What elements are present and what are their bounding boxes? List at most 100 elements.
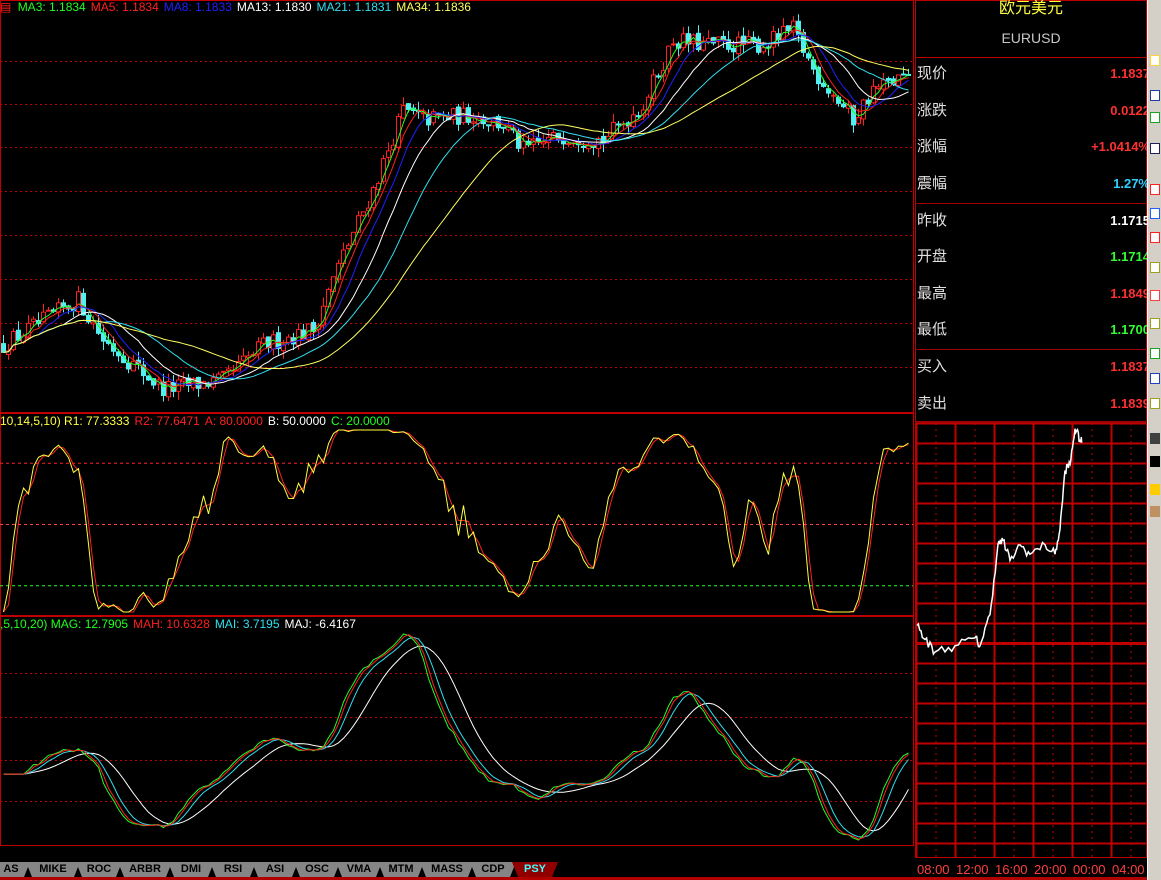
quote-value: 1.1714	[1110, 249, 1150, 264]
report-icon[interactable]	[1150, 112, 1160, 123]
tab-rsi[interactable]: RSI	[210, 862, 256, 877]
r1-line	[3, 429, 909, 613]
tab-arbr[interactable]: ARBR	[118, 862, 172, 877]
candle-up	[831, 94, 836, 97]
legend-item: C: 20.0000	[330, 414, 390, 428]
tab-roc[interactable]: ROC	[76, 862, 122, 877]
main-price-chart[interactable]	[0, 0, 914, 413]
tab-vma[interactable]: VMA	[336, 862, 382, 877]
candle-down	[486, 124, 491, 127]
quote-label: 最低	[917, 321, 948, 338]
instrument-symbol: EURUSD	[1001, 30, 1061, 46]
chart-doc-icon[interactable]	[1150, 290, 1160, 301]
tab-mtm[interactable]: MTM	[378, 862, 424, 877]
candle-up	[761, 47, 766, 53]
quote-panel: 欧元美元 EURUSD 现价 1.1837 涨跌 0.0122 涨幅 +1.0414% 震幅…	[915, 0, 1150, 858]
tab-mike[interactable]: MIKE	[26, 862, 80, 877]
psy-legend: 10,14,5,10) R1: 77.3333 R2: 77.6471 A: 80.…	[0, 414, 395, 428]
doc-icon[interactable]	[1150, 262, 1160, 273]
intraday-chart[interactable]	[915, 423, 1147, 858]
tab-as[interactable]: AS	[0, 862, 30, 877]
candle-down	[561, 140, 566, 145]
legend-item: MA34: 1.1836	[396, 0, 471, 14]
quote-label: 开盘	[917, 248, 948, 265]
legend-item: MA13: 1.1830	[236, 0, 312, 14]
candle-down	[81, 292, 86, 316]
pencil-icon[interactable]	[1150, 55, 1160, 66]
menu-icon[interactable]: ▤	[0, 0, 11, 14]
quote-value: 1.1715	[1110, 213, 1150, 228]
candle-up	[356, 215, 361, 233]
calculator-icon[interactable]	[1150, 208, 1160, 219]
legend-item: MA3: 1.1834	[17, 0, 86, 14]
quote-label: 昨收	[917, 212, 948, 229]
panel-border	[0, 0, 914, 413]
quote-row: 开盘 1.1714	[915, 245, 1150, 269]
divider	[915, 349, 1147, 350]
add-indicator-icon[interactable]	[1150, 348, 1160, 359]
candle-up	[221, 370, 226, 373]
legend-item: R2: 77.6471	[134, 414, 200, 428]
list-icon[interactable]	[1150, 90, 1160, 101]
candle-up	[226, 368, 231, 372]
candle-down	[276, 332, 281, 349]
quote-value: 1.1849	[1110, 286, 1150, 301]
candle-up	[361, 211, 366, 216]
shield-icon[interactable]	[1150, 456, 1160, 467]
quote-row: 现价 1.1837	[915, 62, 1150, 86]
quote-label: 卖出	[917, 395, 948, 412]
candle-up	[856, 117, 861, 124]
quote-row: 卖出 1.1839	[915, 392, 1150, 416]
quote-value: +1.0414%	[1091, 139, 1150, 154]
time-label: 08:00	[917, 862, 950, 877]
tab-dmi[interactable]: DMI	[168, 862, 214, 877]
quote-label: 涨幅	[917, 138, 948, 155]
help-icon[interactable]	[1150, 506, 1160, 517]
candle-down	[821, 82, 826, 87]
table-icon[interactable]	[1150, 143, 1160, 154]
candle-down	[806, 53, 811, 59]
candle-down	[406, 103, 411, 110]
tab-asi[interactable]: ASI	[252, 862, 298, 877]
legend-item: MA21: 1.1831	[316, 0, 392, 14]
legend-item: 10,14,5,10) R1: 77.3333	[0, 414, 130, 428]
candle-down	[126, 362, 131, 370]
chart-area[interactable]	[0, 0, 915, 858]
mag-indicator-chart[interactable]	[0, 616, 914, 846]
quote-row: 昨收 1.1715	[915, 209, 1150, 233]
window-icon[interactable]	[1150, 373, 1160, 384]
bar-doc-icon[interactable]	[1150, 318, 1160, 329]
candle-down	[731, 47, 736, 53]
warning-icon[interactable]	[1150, 484, 1160, 495]
quote-row: 震幅 1.27%	[915, 172, 1150, 196]
legend-item: A: 80.0000	[204, 414, 263, 428]
candle-down	[901, 73, 906, 76]
legend-item: MAJ: -6.4167	[284, 617, 356, 631]
quote-label: 最高	[917, 285, 948, 302]
quote-row: 涨幅 +1.0414%	[915, 135, 1150, 159]
quote-row: 最高 1.1849	[915, 282, 1150, 306]
tab-mass[interactable]: MASS	[420, 862, 474, 877]
tab-osc[interactable]: OSC	[294, 862, 340, 877]
ma3-line	[3, 25, 909, 391]
panel-border	[0, 616, 914, 846]
candle-down	[616, 123, 621, 126]
quote-label: 震幅	[917, 175, 948, 192]
trend-icon[interactable]	[1150, 232, 1160, 243]
candle-up	[31, 318, 36, 322]
tab-cdp[interactable]: CDP	[470, 862, 516, 877]
candle-down	[656, 75, 661, 78]
psy-indicator-chart[interactable]	[0, 413, 914, 616]
tab-psy[interactable]: PSY	[512, 862, 558, 877]
ma34-line	[3, 45, 909, 370]
line-chart-icon[interactable]	[1150, 184, 1160, 195]
candle-down	[146, 375, 151, 381]
print-icon[interactable]	[1150, 433, 1160, 444]
legend-item: B: 50.0000	[267, 414, 326, 428]
formula-icon[interactable]	[1150, 398, 1160, 409]
time-label: 20:00	[1034, 862, 1067, 877]
quote-value: 1.1837	[1110, 359, 1150, 374]
candle-down	[636, 115, 641, 118]
candle-up	[271, 334, 276, 350]
quote-row: 涨跌 0.0122	[915, 99, 1150, 123]
